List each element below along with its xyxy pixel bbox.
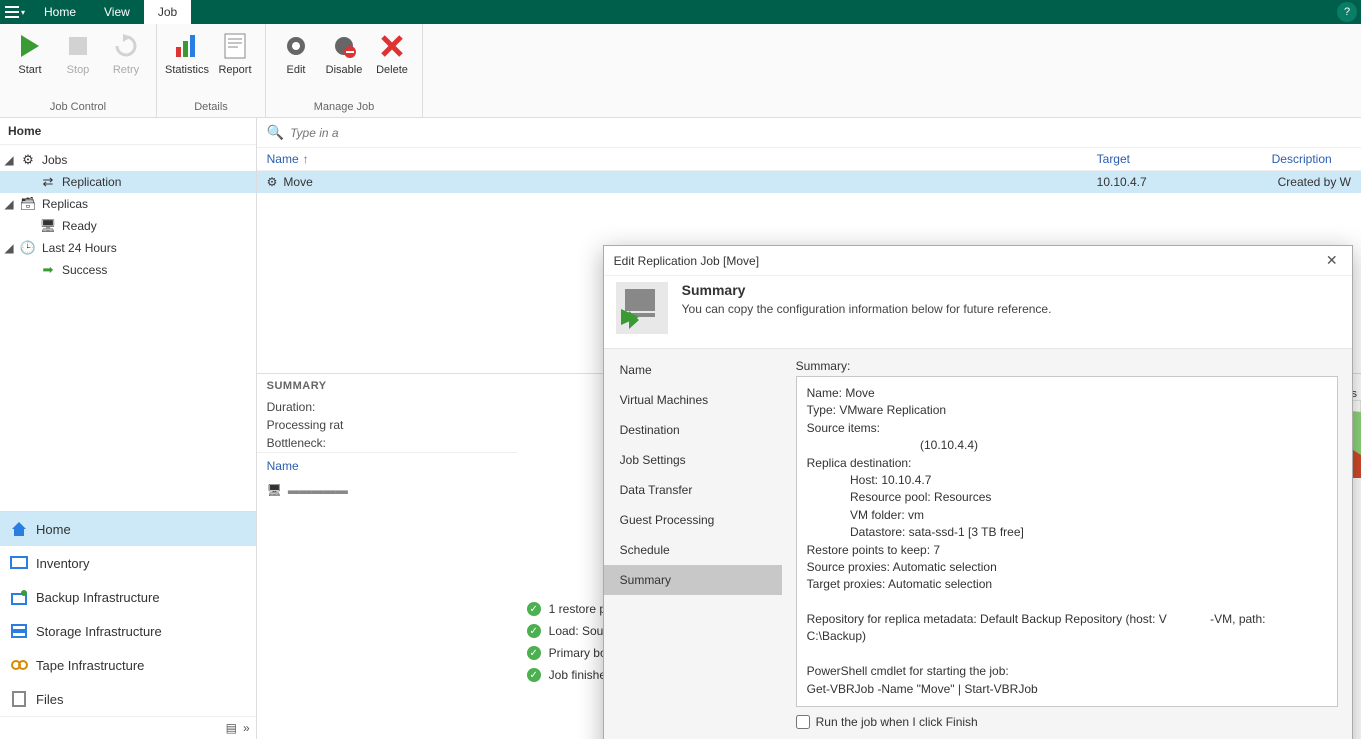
tape-icon (10, 656, 28, 674)
delete-icon (376, 30, 408, 62)
wiz-guest-processing[interactable]: Guest Processing (604, 505, 782, 535)
group-managejob: Manage Job (266, 99, 422, 117)
tab-home[interactable]: Home (30, 0, 90, 24)
group-jobcontrol: Job Control (0, 99, 156, 117)
col-name[interactable]: Name ↑ (267, 152, 1097, 166)
job-description: Created by W (1278, 175, 1351, 189)
retry-button: Retry (102, 28, 150, 78)
success-icon: ➡ (40, 262, 56, 278)
stop-icon (62, 30, 94, 62)
tree-jobs[interactable]: ◢⚙Jobs (0, 149, 256, 171)
dialog-title: Edit Replication Job [Move] (614, 254, 759, 268)
wizard-nav: Name Virtual Machines Destination Job Se… (604, 349, 782, 739)
tree-success[interactable]: ➡Success (0, 259, 256, 281)
wiz-job-settings[interactable]: Job Settings (604, 445, 782, 475)
tree-last24h[interactable]: ◢🕒Last 24 Hours (0, 237, 256, 259)
nav-inventory[interactable]: Inventory (0, 546, 256, 580)
help-icon[interactable]: ? (1337, 2, 1357, 22)
nav-collapse-icon[interactable]: ▤ (226, 721, 237, 735)
name-column-header[interactable]: Name (257, 452, 517, 479)
statistics-button[interactable]: Statistics (163, 28, 211, 78)
delete-button[interactable]: Delete (368, 28, 416, 78)
wiz-data-transfer[interactable]: Data Transfer (604, 475, 782, 505)
nav-more-icon[interactable]: » (243, 721, 250, 735)
clock-icon: 🕒 (20, 240, 36, 256)
wiz-summary[interactable]: Summary (604, 565, 782, 595)
nav-tape[interactable]: Tape Infrastructure (0, 648, 256, 682)
dialog-header-title: Summary (682, 282, 1052, 298)
nav-backup[interactable]: Backup Infrastructure (0, 580, 256, 614)
app-menu-dropdown[interactable]: ▾ (0, 0, 30, 24)
dialog-header-subtitle: You can copy the configuration informati… (682, 302, 1052, 316)
tree-ready[interactable]: 🖥Ready (0, 215, 256, 237)
nav-tree: ◢⚙Jobs ⇄Replication ◢🗃Replicas 🖥Ready ◢🕒… (0, 145, 256, 285)
check-icon: ✓ (527, 602, 541, 616)
col-description[interactable]: Description (1272, 152, 1351, 166)
main-content: 🔍 Name ↑ Target Description ⚙ Move 10.10.… (257, 118, 1361, 739)
summary-icon (616, 282, 668, 334)
wiz-virtual-machines[interactable]: Virtual Machines (604, 385, 782, 415)
replication-icon: ⇄ (40, 174, 56, 190)
close-icon[interactable]: ✕ (1322, 252, 1342, 269)
wiz-destination[interactable]: Destination (604, 415, 782, 445)
column-headers: Name ↑ Target Description (257, 148, 1361, 171)
chart-icon (171, 30, 203, 62)
edit-replication-job-dialog: Edit Replication Job [Move] ✕ Summary Yo… (603, 245, 1353, 739)
run-on-finish-label: Run the job when I click Finish (816, 715, 978, 729)
top-menu-bar: ▾ Home View Job ? (0, 0, 1361, 24)
nav-storage[interactable]: Storage Infrastructure (0, 614, 256, 648)
play-icon (14, 30, 46, 62)
backup-icon (10, 588, 28, 606)
search-icon: 🔍 (267, 124, 284, 141)
files-icon (10, 690, 28, 708)
tree-replication[interactable]: ⇄Replication (0, 171, 256, 193)
tree-replicas[interactable]: ◢🗃Replicas (0, 193, 256, 215)
report-icon (219, 30, 251, 62)
group-details: Details (157, 99, 265, 117)
vm-icon: 🖥 (267, 483, 282, 497)
col-target[interactable]: Target (1097, 152, 1272, 166)
nav-files[interactable]: Files (0, 682, 256, 716)
tab-view[interactable]: View (90, 0, 144, 24)
check-icon: ✓ (527, 668, 541, 682)
nav-home[interactable]: Home (0, 512, 256, 546)
row-item[interactable]: ▬▬▬▬▬ (288, 483, 348, 497)
search-input[interactable] (290, 126, 350, 140)
gear-icon: ⚙ (267, 175, 278, 189)
report-button[interactable]: Report (211, 28, 259, 78)
summary-title: SUMMARY (267, 380, 527, 392)
run-on-finish-checkbox[interactable] (796, 715, 810, 729)
job-name: Move (283, 175, 312, 189)
tab-job[interactable]: Job (144, 0, 191, 24)
sort-asc-icon: ↑ (303, 152, 309, 166)
summary-textbox[interactable]: Name: Move Type: VMware Replication Sour… (796, 376, 1338, 707)
left-panel: Home ◢⚙Jobs ⇄Replication ◢🗃Replicas 🖥Rea… (0, 118, 257, 739)
wiz-schedule[interactable]: Schedule (604, 535, 782, 565)
retry-icon (110, 30, 142, 62)
wiz-name[interactable]: Name (604, 355, 782, 385)
gear-icon (280, 30, 312, 62)
check-icon: ✓ (527, 646, 541, 660)
breadcrumb: Home (0, 118, 256, 145)
ready-icon: 🖥 (40, 218, 56, 234)
inventory-icon (10, 554, 28, 572)
storage-icon (10, 622, 28, 640)
ribbon: Start Stop Retry Job Control Statistics … (0, 24, 1361, 118)
home-icon (10, 520, 28, 538)
disable-icon (328, 30, 360, 62)
start-button[interactable]: Start (6, 28, 54, 78)
edit-button[interactable]: Edit (272, 28, 320, 78)
nav-sections: Home Inventory Backup Infrastructure Sto… (0, 511, 256, 739)
check-icon: ✓ (527, 624, 541, 638)
disable-button[interactable]: Disable (320, 28, 368, 78)
replicas-icon: 🗃 (20, 196, 36, 212)
job-row[interactable]: ⚙ Move 10.10.4.7 Created by W (257, 171, 1361, 193)
summary-label: Summary: (796, 359, 1338, 373)
job-target: 10.10.4.7 (1097, 175, 1272, 189)
stop-button: Stop (54, 28, 102, 78)
jobs-icon: ⚙ (20, 152, 36, 168)
